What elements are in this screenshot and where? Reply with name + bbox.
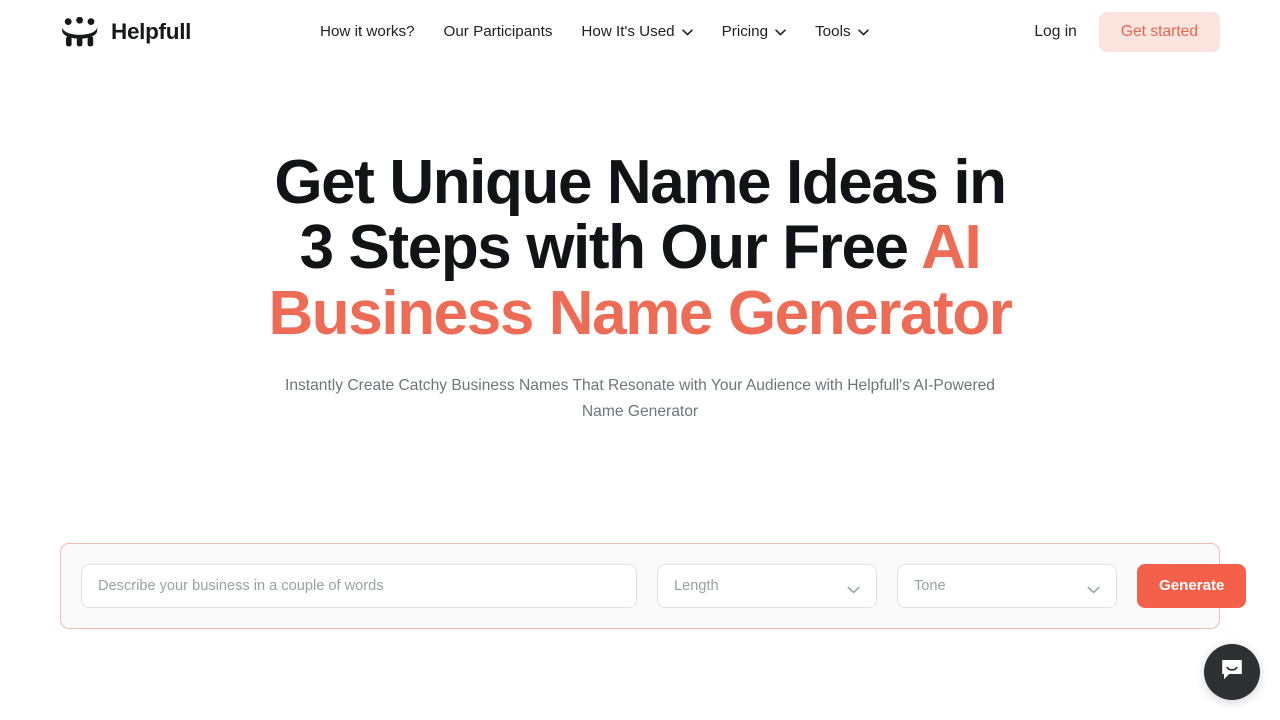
chevron-down-icon: [847, 582, 860, 594]
brand-logo[interactable]: Helpfull: [60, 17, 191, 47]
tone-select[interactable]: Tone: [897, 564, 1117, 608]
hero-section: Get Unique Name Ideas in 3 Steps with Ou…: [0, 64, 1280, 426]
generate-button[interactable]: Generate: [1137, 564, 1247, 608]
login-link[interactable]: Log in: [1034, 24, 1077, 40]
chevron-down-icon: [681, 29, 693, 36]
nav-item-label: How it works?: [320, 23, 415, 41]
chevron-down-icon: [1087, 582, 1100, 594]
page-title: Get Unique Name Ideas in 3 Steps with Ou…: [260, 150, 1020, 346]
get-started-button[interactable]: Get started: [1098, 12, 1220, 52]
nav-item-label: Our Participants: [443, 23, 553, 41]
main-navigation: How it works? Our Participants How It's …: [320, 0, 869, 64]
nav-item-pricing[interactable]: Pricing: [721, 23, 786, 41]
business-description-input[interactable]: [81, 564, 637, 608]
length-select-value: Length: [674, 577, 719, 594]
headline-plain-text: Get Unique Name Ideas in 3 Steps with Ou…: [274, 148, 1007, 283]
nav-item-label: How It's Used: [581, 23, 675, 41]
chevron-down-icon: [857, 29, 869, 36]
chat-bubble-icon: [1219, 657, 1245, 688]
chevron-down-icon: [775, 29, 786, 36]
nav-item-tools[interactable]: Tools: [815, 23, 869, 41]
nav-item-how-it-works[interactable]: How it works?: [320, 24, 415, 39]
site-header: Helpfull How it works? Our Participants …: [0, 0, 1280, 64]
tone-select-value: Tone: [914, 577, 946, 594]
length-select[interactable]: Length: [657, 564, 877, 608]
header-actions: Log in Get started: [1034, 0, 1220, 64]
nav-item-how-its-used[interactable]: How It's Used: [581, 23, 693, 41]
hero-subtitle: Instantly Create Catchy Business Names T…: [285, 377, 995, 421]
chat-widget-button[interactable]: [1204, 644, 1260, 700]
name-generator-form: Length Tone Generate: [60, 543, 1247, 629]
brand-name: Helpfull: [111, 18, 192, 44]
nav-item-our-participants[interactable]: Our Participants: [444, 24, 553, 39]
nav-item-label: Pricing: [721, 23, 769, 41]
nav-item-label: Tools: [815, 23, 851, 41]
helpfull-people-logo-icon: [60, 17, 100, 47]
